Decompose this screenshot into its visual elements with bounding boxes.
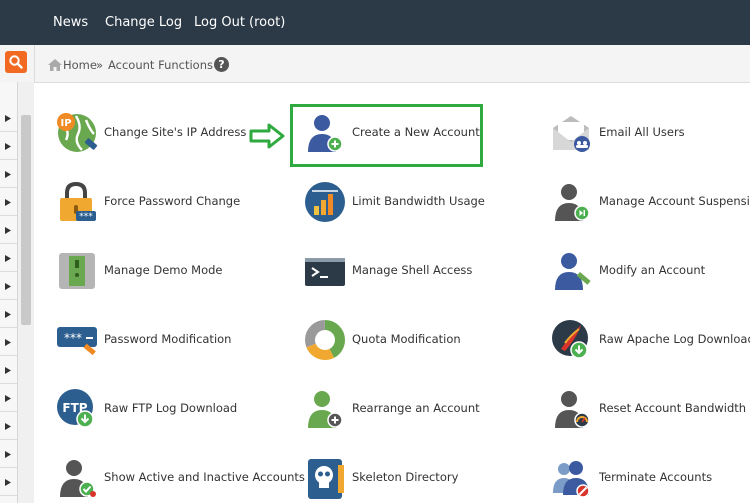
function-label: Rearrange an Account bbox=[352, 401, 480, 415]
sidebar-expand-arrow[interactable] bbox=[0, 412, 17, 440]
function-change-ip[interactable]: IP Change Site's IP Address bbox=[56, 108, 246, 158]
function-apache-log[interactable]: Raw Apache Log Download bbox=[551, 315, 750, 365]
function-quota-modification[interactable]: Quota Modification bbox=[304, 315, 484, 365]
pointer-arrow-icon bbox=[249, 123, 285, 149]
svg-text:***: *** bbox=[79, 212, 93, 222]
nav-changelog-link[interactable]: Change Log bbox=[105, 0, 182, 45]
home-icon[interactable] bbox=[48, 59, 62, 71]
email-users-icon bbox=[553, 116, 590, 152]
sidebar-expand-arrow[interactable] bbox=[0, 104, 17, 132]
function-label: Quota Modification bbox=[352, 332, 461, 346]
caret-right-icon bbox=[5, 199, 11, 206]
function-label: Raw FTP Log Download bbox=[104, 401, 238, 415]
caret-right-icon bbox=[5, 255, 11, 262]
function-label: Modify an Account bbox=[599, 263, 706, 277]
function-limit-bandwidth[interactable]: Limit Bandwidth Usage bbox=[304, 177, 485, 227]
function-label: Change Site's IP Address bbox=[104, 125, 247, 139]
terminate-accounts-icon bbox=[553, 461, 590, 498]
help-icon[interactable]: ? bbox=[214, 57, 229, 72]
breadcrumb-current: Account Functions bbox=[108, 58, 213, 72]
function-label: Manage Demo Mode bbox=[104, 263, 223, 277]
highlight-box bbox=[290, 104, 483, 167]
sidebar-expand-arrow[interactable] bbox=[0, 244, 17, 272]
password-lock-icon: *** bbox=[60, 181, 96, 222]
function-label: Force Password Change bbox=[104, 194, 241, 208]
bandwidth-chart-icon bbox=[305, 182, 345, 222]
function-label: Manage Account Suspension bbox=[599, 194, 750, 208]
function-terminate-accounts[interactable]: Terminate Accounts bbox=[551, 453, 750, 503]
function-label: Terminate Accounts bbox=[599, 470, 713, 484]
caret-right-icon bbox=[5, 227, 11, 234]
apache-log-icon bbox=[552, 320, 588, 359]
sidebar-expand-arrow[interactable] bbox=[0, 216, 17, 244]
scrollbar-thumb[interactable] bbox=[21, 115, 31, 325]
breadcrumb-home-link[interactable]: Home bbox=[63, 58, 97, 72]
account-suspension-icon bbox=[555, 184, 590, 221]
function-label: Email All Users bbox=[599, 125, 685, 139]
caret-right-icon bbox=[5, 311, 11, 318]
function-label: Raw Apache Log Download bbox=[599, 332, 750, 346]
function-reset-bandwidth[interactable]: Reset Account Bandwidth Limit bbox=[551, 384, 750, 434]
caret-right-icon bbox=[5, 143, 11, 150]
caret-right-icon bbox=[5, 479, 11, 486]
sidebar-expand-arrow[interactable] bbox=[0, 384, 17, 412]
search-button[interactable] bbox=[5, 51, 27, 73]
function-label: Reset Account Bandwidth Limit bbox=[599, 401, 750, 415]
nav-logout-link[interactable]: Log Out (root) bbox=[194, 0, 285, 45]
function-password-modification[interactable]: *** Password Modification bbox=[56, 315, 246, 365]
caret-right-icon bbox=[5, 423, 11, 430]
sidebar bbox=[0, 82, 18, 503]
modify-account-icon bbox=[555, 253, 591, 290]
sidebar-expand-arrow[interactable] bbox=[0, 132, 17, 160]
sidebar-expand-arrow[interactable] bbox=[0, 188, 17, 216]
function-active-accounts[interactable]: Show Active and Inactive Accounts bbox=[56, 453, 305, 503]
sidebar-expand-arrow[interactable] bbox=[0, 272, 17, 300]
function-modify-account[interactable]: Modify an Account bbox=[551, 246, 750, 296]
caret-right-icon bbox=[5, 367, 11, 374]
active-accounts-icon bbox=[60, 460, 96, 497]
top-navbar: News Change Log Log Out (root) bbox=[0, 0, 750, 45]
function-rearrange-account[interactable]: Rearrange an Account bbox=[304, 384, 484, 434]
ip-address-icon: IP bbox=[57, 113, 98, 152]
function-force-password-change[interactable]: *** Force Password Change bbox=[56, 177, 246, 227]
caret-right-icon bbox=[5, 171, 11, 178]
sidebar-expand-arrow[interactable] bbox=[0, 468, 17, 496]
function-skeleton-directory[interactable]: Skeleton Directory bbox=[304, 453, 484, 503]
function-shell-access[interactable]: Manage Shell Access bbox=[304, 246, 484, 296]
caret-right-icon bbox=[5, 115, 11, 122]
nav-news-link[interactable]: News bbox=[53, 0, 88, 45]
sidebar-expand-arrow[interactable] bbox=[0, 440, 17, 468]
caret-right-icon bbox=[5, 395, 11, 402]
quota-donut-icon bbox=[305, 320, 345, 360]
caret-right-icon bbox=[5, 339, 11, 346]
breadcrumb-separator: » bbox=[96, 58, 104, 72]
svg-text:IP: IP bbox=[60, 118, 71, 129]
function-label: Manage Shell Access bbox=[352, 263, 473, 277]
rearrange-account-icon bbox=[308, 391, 343, 428]
function-label: Show Active and Inactive Accounts bbox=[104, 470, 305, 484]
divider bbox=[34, 45, 35, 82]
function-label: Password Modification bbox=[104, 332, 232, 346]
caret-right-icon bbox=[5, 283, 11, 290]
function-ftp-log[interactable]: FTP Raw FTP Log Download bbox=[56, 384, 246, 434]
svg-text:***: *** bbox=[64, 331, 82, 345]
caret-right-icon bbox=[5, 451, 11, 458]
search-icon bbox=[9, 55, 23, 69]
sidebar-expand-arrow[interactable] bbox=[0, 328, 17, 356]
sidebar-expand-arrow[interactable] bbox=[0, 300, 17, 328]
password-field-icon: *** bbox=[57, 327, 97, 356]
function-demo-mode[interactable]: Manage Demo Mode bbox=[56, 246, 246, 296]
shell-terminal-icon bbox=[305, 258, 345, 286]
sidebar-expand-arrow[interactable] bbox=[0, 160, 17, 188]
function-label: Skeleton Directory bbox=[352, 470, 459, 484]
function-email-users[interactable]: Email All Users bbox=[551, 108, 750, 158]
ftp-log-icon: FTP bbox=[57, 389, 94, 428]
reset-bandwidth-icon bbox=[555, 391, 590, 428]
skeleton-directory-icon bbox=[308, 459, 344, 499]
sidebar-expand-arrow[interactable] bbox=[0, 356, 17, 384]
demo-mode-icon bbox=[59, 253, 95, 289]
function-manage-suspension[interactable]: Manage Account Suspension bbox=[551, 177, 750, 227]
function-label: Limit Bandwidth Usage bbox=[352, 194, 485, 208]
